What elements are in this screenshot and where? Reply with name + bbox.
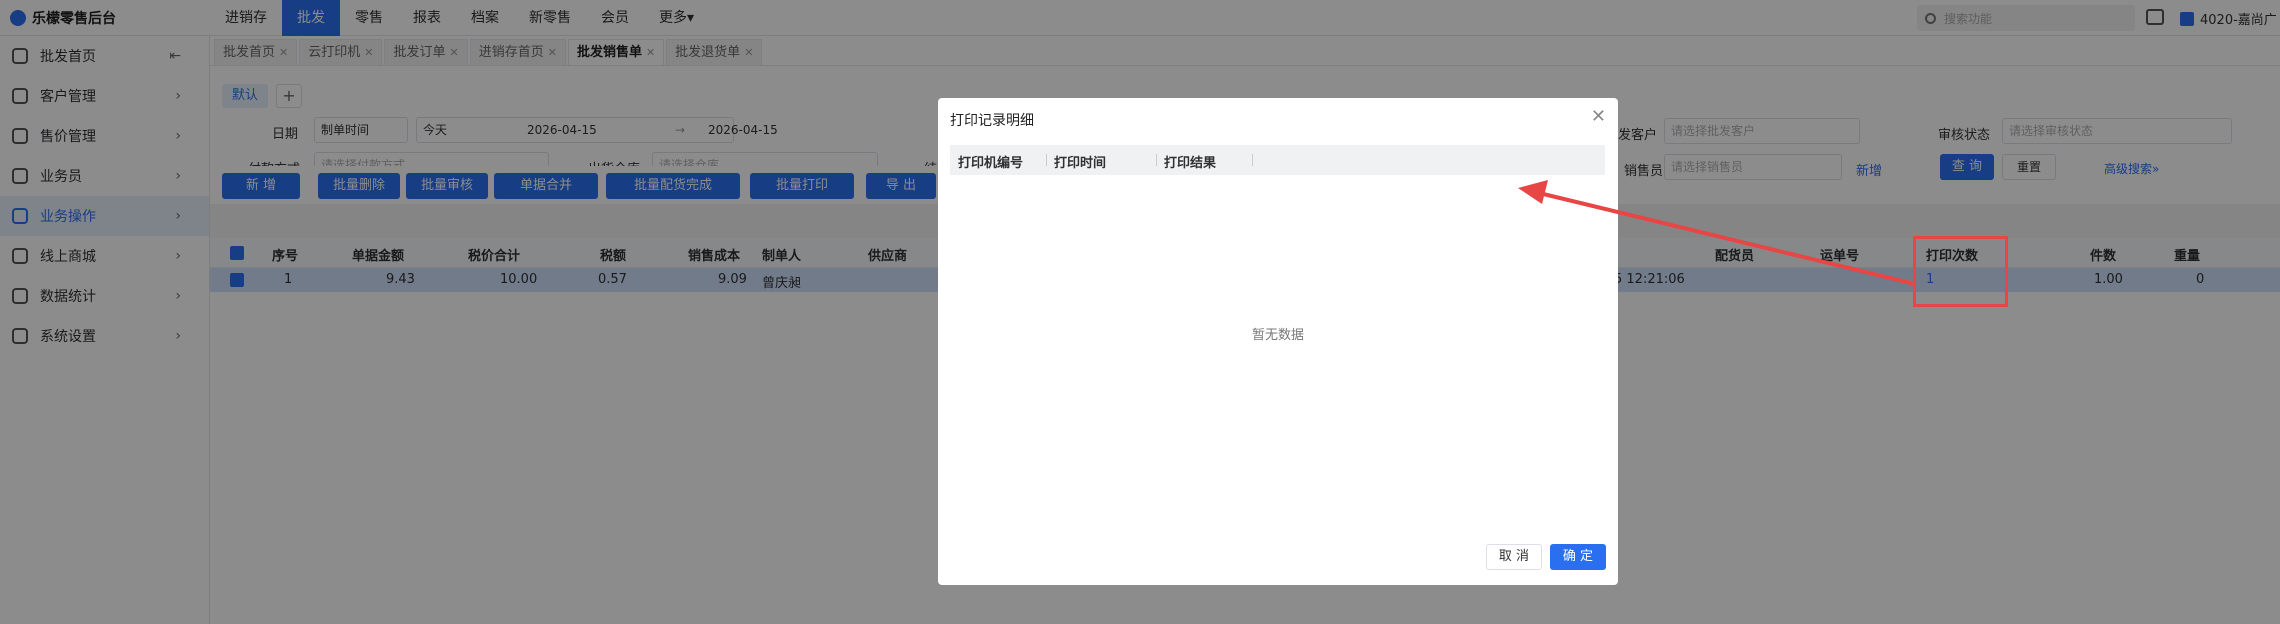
annotation-arrow [1518, 180, 1916, 286]
arrow-head [1518, 180, 1548, 204]
arrow-line [1534, 190, 1916, 286]
